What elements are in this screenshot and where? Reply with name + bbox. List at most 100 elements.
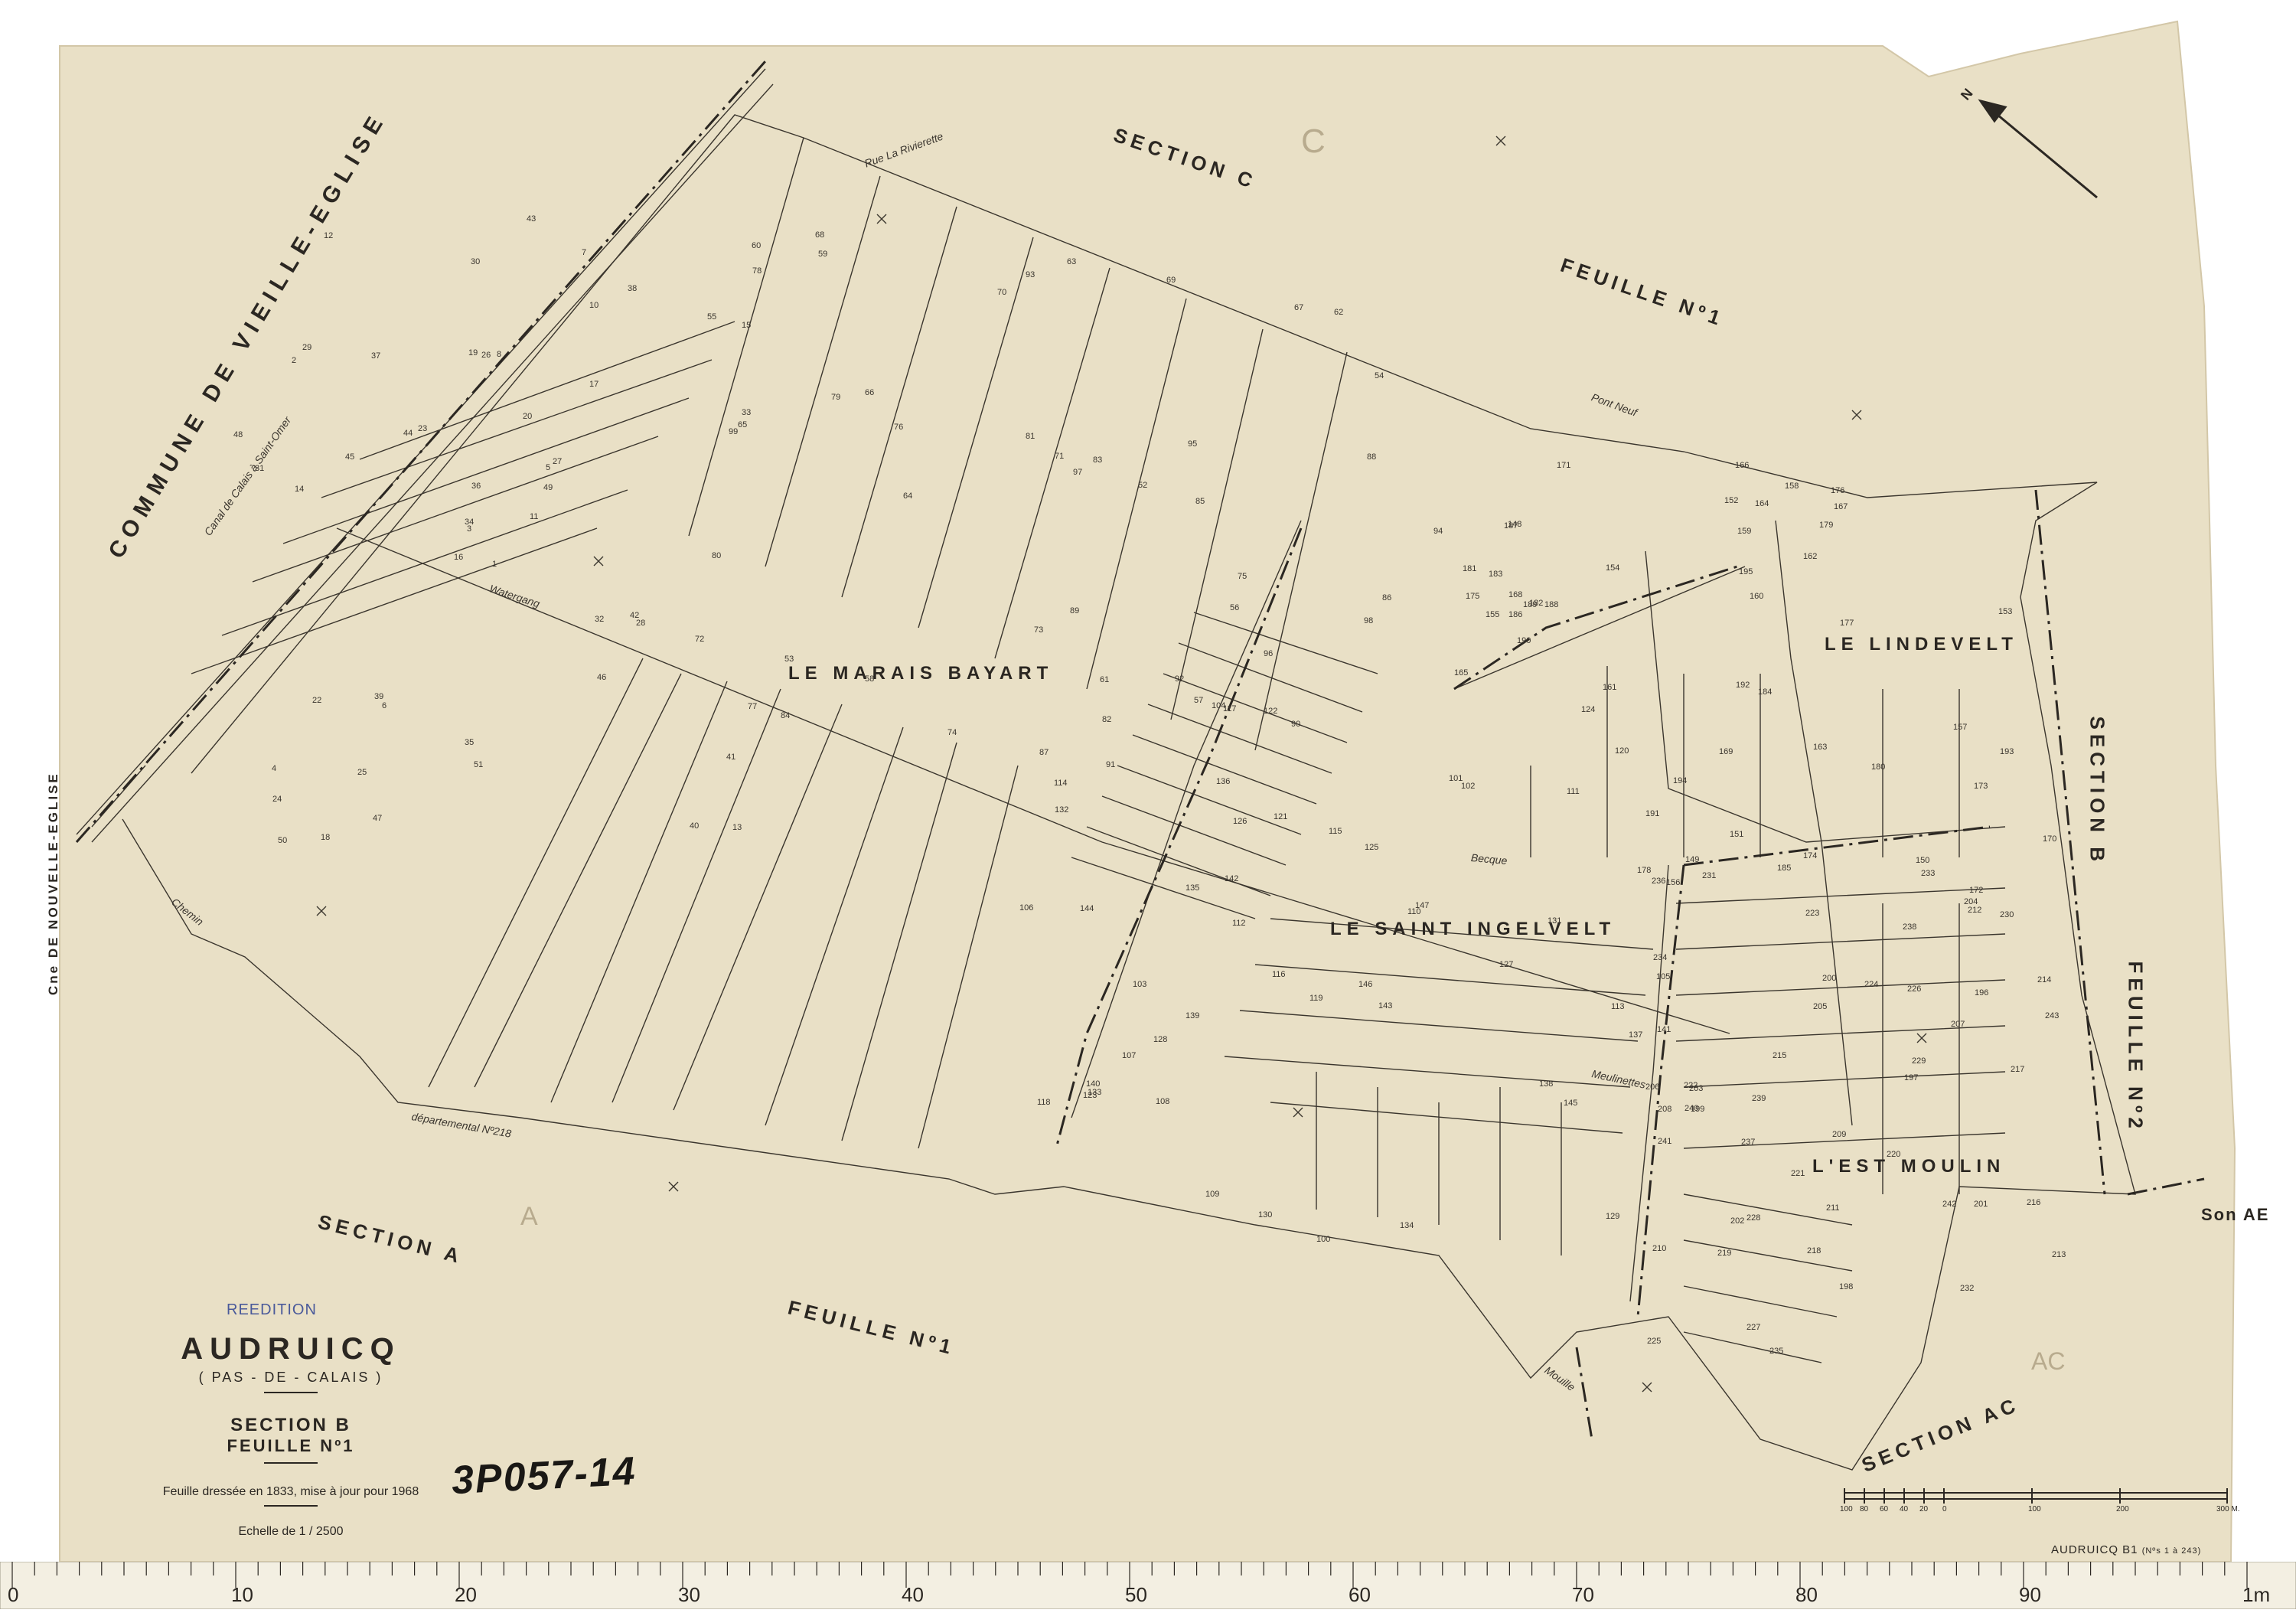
parcel-number: 109 — [1205, 1190, 1220, 1199]
parcel-number: 120 — [1615, 746, 1629, 756]
parcel-number: 222 — [1684, 1081, 1698, 1090]
parcel-number: 227 — [1746, 1323, 1761, 1332]
parcel-number: 241 — [1658, 1137, 1672, 1146]
parcel-number: 111 — [1567, 787, 1580, 796]
parcel-number: 216 — [2027, 1198, 2041, 1207]
parcel-number: 188 — [1544, 600, 1559, 609]
parcel-number: 24 — [272, 795, 282, 804]
parcel-number: 131 — [1548, 916, 1562, 926]
parcel-number: 95 — [1188, 439, 1198, 449]
parcel-number: 193 — [2000, 747, 2014, 756]
parcel-number: 150 — [1916, 856, 1930, 865]
parcel-number: 12 — [324, 231, 334, 240]
parcel-number: 23 — [418, 424, 428, 433]
parcel-number: 62 — [1334, 308, 1344, 317]
parcel-number: 140 — [1086, 1079, 1101, 1089]
parcel-number: 34 — [465, 518, 475, 527]
parcel-number: 75 — [1238, 572, 1247, 581]
parcel-number: 112 — [1232, 919, 1246, 928]
parcel-number: 220 — [1887, 1150, 1901, 1159]
parcel-number: 157 — [1953, 723, 1968, 732]
parcel-number: 239 — [1752, 1094, 1766, 1103]
parcel-number: 158 — [1785, 482, 1799, 491]
parcel-number: 181 — [1463, 564, 1477, 573]
parcel-number: 142 — [1225, 874, 1239, 883]
ruler-label: 50 — [1125, 1583, 1147, 1606]
footer-reference: AUDRUICQ B1 (Nºs 1 à 243) — [2051, 1543, 2201, 1556]
parcel-number: 46 — [597, 673, 607, 682]
parcel-number: 174 — [1803, 851, 1818, 860]
parcel-number: 187 — [1504, 521, 1518, 531]
parcel-number: 175 — [1466, 592, 1480, 601]
parcel-number: 185 — [1777, 864, 1792, 873]
parcel-number: 200 — [1822, 974, 1837, 983]
parcel-number: 231 — [1702, 871, 1717, 880]
parcel-number: 215 — [1773, 1051, 1787, 1060]
parcel-number: 155 — [1486, 610, 1500, 619]
parcel-number: 94 — [1433, 527, 1443, 536]
parcel-number: 169 — [1719, 747, 1733, 756]
parcel-number: 226 — [1907, 984, 1922, 994]
parcel-number: 100 — [1316, 1235, 1331, 1244]
locality-est-moulin: L'EST MOULIN — [1812, 1156, 2006, 1177]
parcel-number: 135 — [1186, 883, 1200, 893]
parcel-number: 219 — [1717, 1249, 1732, 1258]
parcel-number: 89 — [1070, 606, 1080, 615]
parcel-number: 184 — [1758, 687, 1773, 697]
feuille-b2-label: FEUILLE Nº2 — [2124, 961, 2148, 1133]
parcel-number: 91 — [1106, 760, 1116, 769]
parcel-number: 14 — [295, 485, 305, 494]
scale-note: Echelle de 1 / 2500 — [238, 1525, 344, 1538]
parcel-number: 132 — [1055, 805, 1069, 815]
parcel-number: 68 — [815, 230, 825, 240]
parcel-number: 224 — [1864, 980, 1879, 989]
pencil-a-annotation: A — [520, 1202, 538, 1231]
parcel-number: 35 — [465, 738, 475, 747]
parcel-number: 134 — [1400, 1221, 1414, 1230]
parcel-number: 190 — [1517, 636, 1531, 645]
reedition-stamp: REEDITION — [227, 1301, 317, 1318]
parcel-number: 13 — [732, 823, 742, 832]
parcel-number: 47 — [373, 814, 383, 823]
parcel-number: 162 — [1803, 552, 1818, 561]
parcel-number: 92 — [1175, 674, 1185, 684]
pencil-ac-annotation: AC — [2031, 1347, 2066, 1375]
parcel-number: 143 — [1378, 1001, 1393, 1011]
ruler-graphic: 0 10 20 30 40 50 60 70 80 90 1m — [0, 1561, 2296, 1610]
parcel-number: 126 — [1233, 817, 1247, 826]
parcel-number: 10 — [589, 301, 599, 310]
parcel-number: 96 — [1264, 649, 1274, 658]
parcel-number: 20 — [523, 412, 533, 421]
parcel-number: 167 — [1834, 502, 1848, 511]
scale-tick-label: 0 — [1942, 1505, 1947, 1513]
commune-nouvelle-eglise-label: Cne DE NOUVELLE-EGLISE — [46, 772, 60, 995]
parcel-number: 141 — [1657, 1025, 1671, 1034]
parcel-number: 2 — [292, 356, 297, 365]
parcel-number: 223 — [1805, 909, 1820, 918]
parcel-number: 80 — [712, 551, 722, 560]
parcel-number: 170 — [2043, 834, 2057, 844]
parcel-number: 209 — [1832, 1130, 1847, 1139]
parcel-number: 138 — [1539, 1079, 1554, 1089]
parcel-number: 108 — [1156, 1097, 1170, 1106]
parcel-number: 230 — [2000, 910, 2014, 919]
parcel-number: 129 — [1606, 1212, 1620, 1221]
parcel-number: 145 — [1564, 1099, 1578, 1108]
parcel-number: 213 — [2052, 1250, 2066, 1259]
parcel-number: 178 — [1637, 866, 1652, 875]
parcel-number: 117 — [1223, 704, 1237, 713]
parcel-number: 81 — [1026, 432, 1035, 441]
parcel-number: 59 — [818, 250, 828, 259]
parcel-number: 228 — [1746, 1213, 1761, 1223]
scale-tick-label: 100 — [1840, 1505, 1853, 1513]
scale-tick-label: 40 — [1900, 1505, 1909, 1513]
parcel-number: 196 — [1975, 988, 1989, 998]
parcel-number: 98 — [1364, 616, 1374, 625]
parcel-number: 154 — [1606, 563, 1620, 573]
title-rule — [264, 1392, 318, 1393]
drawn-note: Feuille dressée en 1833, mise à jour pou… — [162, 1485, 419, 1498]
parcel-number: 57 — [1194, 696, 1204, 705]
scale-tick-label: 300 M. — [2216, 1505, 2240, 1513]
parcel-number: 121 — [1274, 812, 1288, 821]
scale-tick-label: 60 — [1880, 1505, 1889, 1513]
